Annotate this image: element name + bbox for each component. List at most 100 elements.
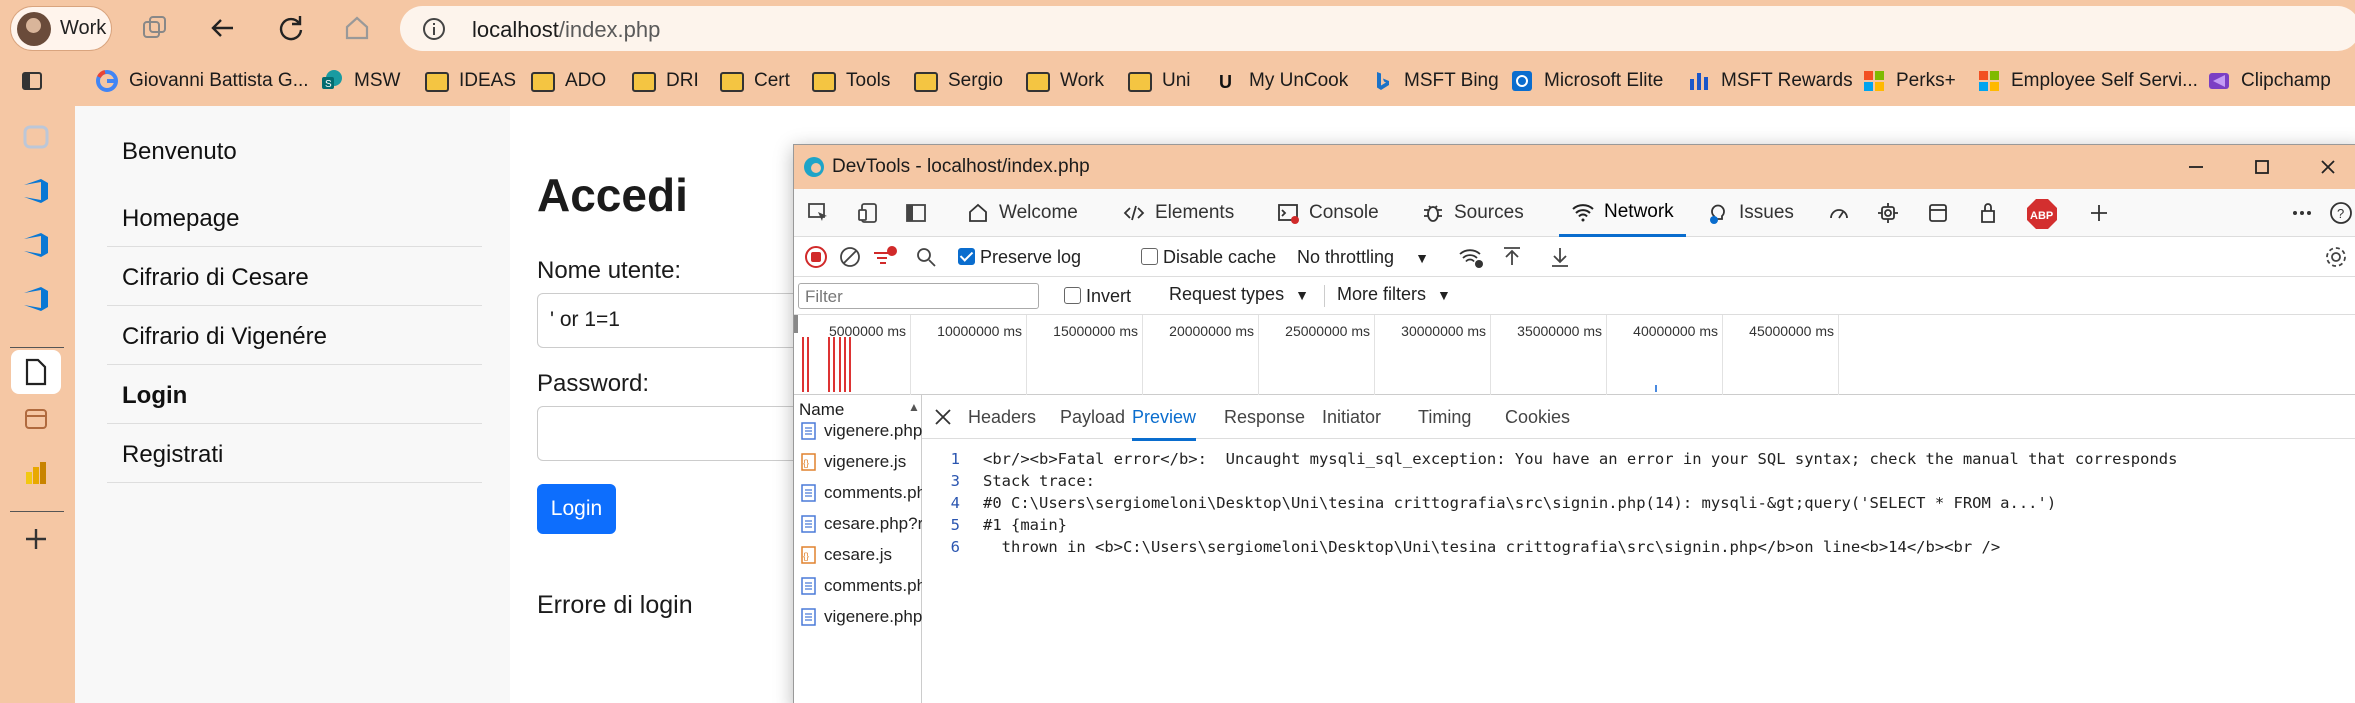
- site-info-icon[interactable]: [422, 17, 446, 41]
- bookmark-item[interactable]: Tools: [812, 67, 890, 95]
- nav-item-cesare[interactable]: Cifrario di Cesare: [122, 264, 497, 292]
- bookmark-item[interactable]: ADO: [531, 67, 606, 95]
- bookmark-item[interactable]: S MSW: [320, 67, 400, 95]
- tab-timing[interactable]: Timing: [1418, 407, 1471, 428]
- tab-console[interactable]: Console: [1276, 189, 1379, 237]
- tab-payload[interactable]: Payload: [1060, 407, 1125, 428]
- dock-icon[interactable]: [904, 201, 928, 225]
- bookmark-item[interactable]: Microsoft Elite: [1510, 67, 1663, 95]
- request-row[interactable]: {} cesare.js: [794, 539, 922, 570]
- request-row[interactable]: comments.php...: [794, 477, 922, 508]
- search-icon[interactable]: [914, 245, 938, 269]
- azure-devops-icon[interactable]: [19, 228, 53, 262]
- maximize-icon[interactable]: [2250, 155, 2274, 179]
- request-row[interactable]: comments.php...: [794, 570, 922, 601]
- address-bar[interactable]: localhost/index.php: [400, 6, 2355, 51]
- bookmark-item[interactable]: MSFT Bing: [1370, 67, 1499, 95]
- tab-response[interactable]: Response: [1224, 407, 1305, 428]
- tab-network[interactable]: Network: [1559, 189, 1686, 237]
- upload-icon[interactable]: [1500, 245, 1524, 269]
- sidebar-toggle-icon[interactable]: [20, 67, 44, 95]
- invert-checkbox[interactable]: Invert: [1064, 286, 1131, 307]
- request-types-dropdown[interactable]: Request types ▼: [1169, 284, 1309, 305]
- more-options-icon[interactable]: [2290, 201, 2314, 225]
- tab-label: Network: [1604, 200, 1674, 222]
- performance-icon[interactable]: [1827, 201, 1851, 225]
- tab-cookies[interactable]: Cookies: [1505, 407, 1570, 428]
- nav-item-registrati[interactable]: Registrati: [122, 441, 497, 469]
- request-row[interactable]: vigenere.php?r...: [794, 415, 922, 446]
- bookmark-item[interactable]: U My UnCook: [1215, 67, 1348, 95]
- password-field[interactable]: [537, 406, 837, 461]
- network-conditions-icon[interactable]: [1458, 245, 1484, 269]
- network-settings-icon[interactable]: [2324, 245, 2348, 269]
- copilot-icon[interactable]: [19, 120, 53, 154]
- tab-welcome[interactable]: Welcome: [966, 189, 1078, 237]
- folder-icon: [914, 72, 938, 92]
- timeline-tick-label: 10000000 ms: [937, 323, 1022, 339]
- azure-devops-icon[interactable]: [19, 174, 53, 208]
- google-icon: [95, 69, 119, 93]
- username-field[interactable]: ' or 1=1: [537, 293, 837, 348]
- throttling-select[interactable]: No throttling ▼: [1297, 247, 1429, 268]
- tab-sources[interactable]: Sources: [1421, 189, 1524, 237]
- line-number: 4: [950, 494, 960, 512]
- back-icon[interactable]: [208, 13, 238, 43]
- record-icon[interactable]: [804, 245, 828, 269]
- bookmark-item[interactable]: Cert: [720, 67, 790, 95]
- device-toolbar-icon[interactable]: [856, 201, 880, 225]
- bookmark-item[interactable]: Work: [1026, 67, 1104, 95]
- bookmark-item[interactable]: Clipchamp: [2207, 67, 2331, 95]
- more-filters-dropdown[interactable]: More filters ▼: [1337, 284, 1451, 305]
- disable-cache-checkbox[interactable]: Disable cache: [1141, 247, 1276, 268]
- bookmark-item[interactable]: Giovanni Battista G...: [95, 67, 309, 95]
- nav-item-vigenere[interactable]: Cifrario di Vigenére: [122, 323, 497, 351]
- close-detail-icon[interactable]: [932, 406, 954, 428]
- application-icon[interactable]: [1926, 201, 1950, 225]
- clear-icon[interactable]: [838, 245, 862, 269]
- help-icon[interactable]: ?: [2329, 201, 2353, 225]
- inspect-icon[interactable]: [806, 201, 830, 225]
- preserve-log-checkbox[interactable]: Preserve log: [958, 247, 1081, 268]
- download-icon[interactable]: [1548, 245, 1572, 269]
- close-icon[interactable]: [2316, 155, 2340, 179]
- dropdown-arrow-icon: ▼: [1295, 287, 1309, 303]
- security-icon[interactable]: [1976, 201, 2000, 225]
- bookmark-item[interactable]: Perks+: [1862, 67, 1956, 95]
- tab-initiator[interactable]: Initiator: [1322, 407, 1381, 428]
- login-button[interactable]: Login: [537, 484, 616, 534]
- request-row[interactable]: cesare.php?rn...: [794, 508, 922, 539]
- azure-devops-icon[interactable]: [19, 282, 53, 316]
- refresh-icon[interactable]: [276, 13, 306, 43]
- more-tools-icon[interactable]: [2087, 201, 2111, 225]
- tab-elements[interactable]: Elements: [1122, 189, 1234, 237]
- nav-item-login[interactable]: Login: [122, 382, 497, 410]
- workspaces-icon[interactable]: [140, 13, 170, 43]
- nav-item-benvenuto[interactable]: Benvenuto: [122, 138, 497, 166]
- tab-issues[interactable]: Issues: [1706, 189, 1794, 237]
- profile-button[interactable]: Work: [10, 6, 112, 51]
- rail-item-active[interactable]: [11, 350, 61, 394]
- settings-cog-icon[interactable]: [1876, 201, 1900, 225]
- request-row[interactable]: {} vigenere.js: [794, 446, 922, 477]
- bookmark-item[interactable]: MSFT Rewards: [1687, 67, 1853, 95]
- power-bi-icon[interactable]: [19, 456, 53, 490]
- home-icon[interactable]: [342, 13, 372, 43]
- add-icon[interactable]: [19, 522, 53, 556]
- bookmark-item[interactable]: Employee Self Servi...: [1977, 67, 2198, 95]
- bookmark-item[interactable]: IDEAS: [425, 67, 516, 95]
- network-overview-timeline[interactable]: 5000000 ms 10000000 ms 15000000 ms 20000…: [794, 315, 2355, 395]
- tab-preview[interactable]: Preview: [1132, 407, 1197, 441]
- bookmark-item[interactable]: DRI: [632, 67, 699, 95]
- minimize-icon[interactable]: [2184, 155, 2208, 179]
- calendar-icon[interactable]: [19, 402, 53, 436]
- request-row[interactable]: vigenere.php?r...: [794, 601, 922, 632]
- bookmark-item[interactable]: Uni: [1128, 67, 1191, 95]
- tab-headers[interactable]: Headers: [968, 407, 1036, 428]
- filter-input[interactable]: Filter: [798, 283, 1039, 309]
- checkbox-label: Invert: [1086, 286, 1132, 306]
- adblock-plus-icon[interactable]: ABP: [2026, 198, 2058, 230]
- nav-item-homepage[interactable]: Homepage: [122, 205, 497, 233]
- filter-icon[interactable]: [872, 245, 898, 269]
- bookmark-item[interactable]: Sergio: [914, 67, 1003, 95]
